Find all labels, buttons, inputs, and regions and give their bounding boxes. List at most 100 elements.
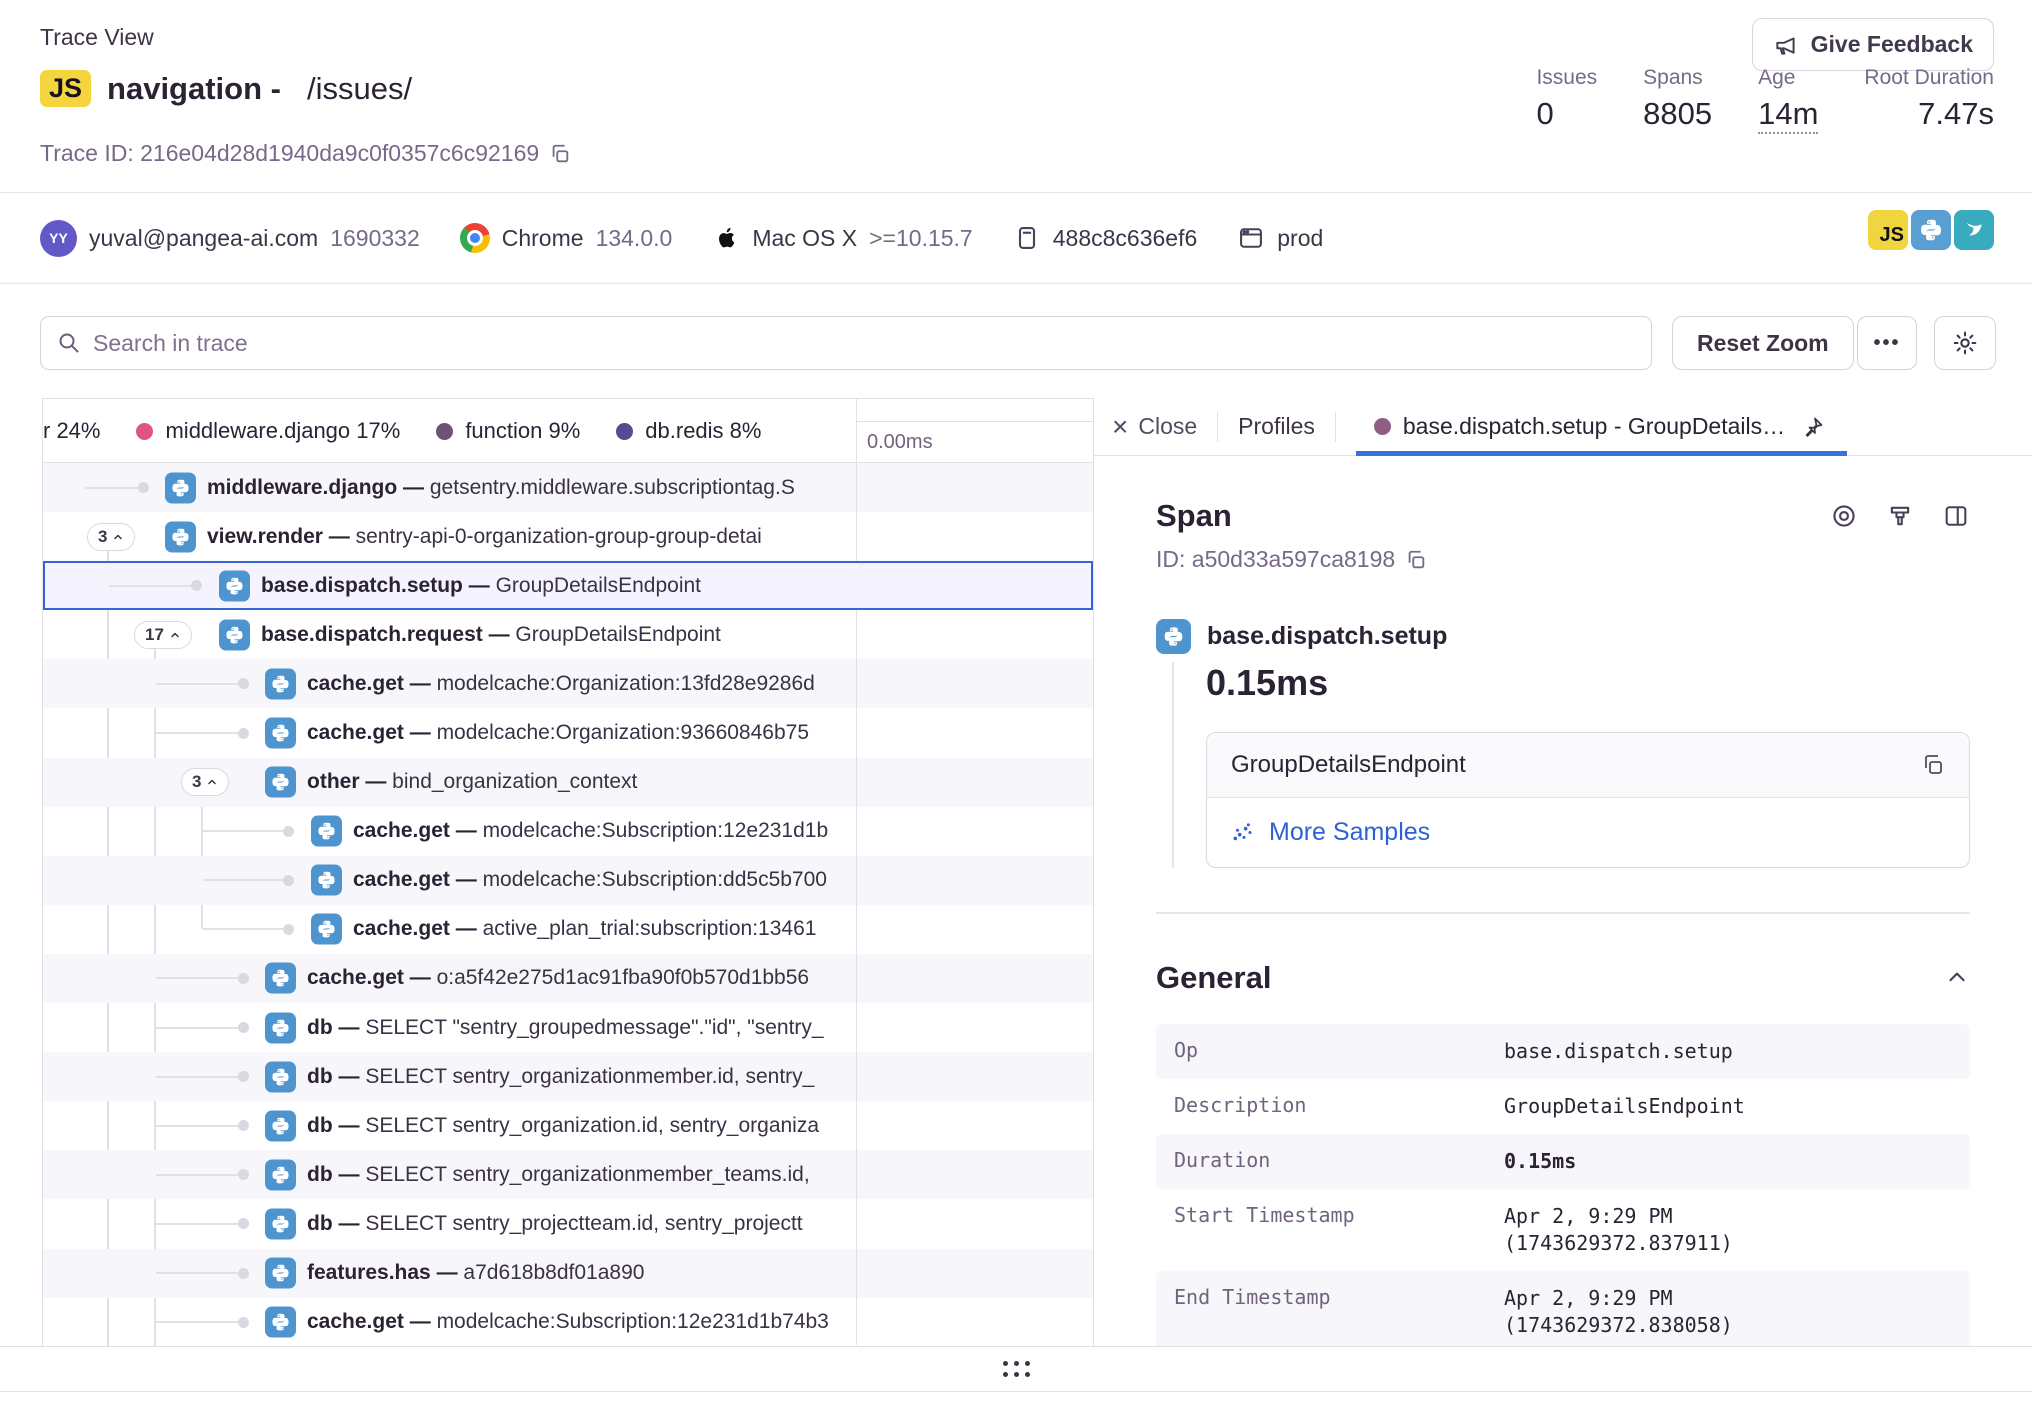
tree-connector-dot	[238, 678, 249, 689]
stat-label: Issues	[1536, 66, 1597, 90]
collapse-count-badge[interactable]: 3	[181, 768, 229, 796]
legend-item[interactable]: r 24%	[43, 418, 100, 444]
span-row[interactable]: cache.get — modelcache:Organization:13fd…	[43, 659, 1093, 708]
stat-value: 7.47s	[1864, 96, 1994, 132]
section-divider	[1156, 912, 1970, 914]
span-row-label: middleware.django — getsentry.middleware…	[207, 476, 852, 500]
span-row[interactable]: cache.get — o:a5f42e275d1ac91fba90f0b570…	[43, 954, 1093, 1003]
browser-name: Chrome	[502, 225, 584, 252]
python-icon	[265, 1258, 296, 1289]
environment-chip: prod	[1237, 224, 1323, 252]
span-row[interactable]: 3other — bind_organization_context	[43, 758, 1093, 807]
span-duration: 0.15ms	[1206, 662, 1970, 704]
breadcrumb: Trace View	[40, 24, 154, 51]
span-row[interactable]: 3view.render — sentry-api-0-organization…	[43, 512, 1093, 561]
os-chip: Mac OS X >=10.15.7	[712, 224, 972, 252]
general-row-label: Description	[1174, 1093, 1504, 1120]
span-row-label: cache.get — active_plan_trial:subscripti…	[353, 917, 852, 941]
give-feedback-button[interactable]: Give Feedback	[1752, 18, 1994, 71]
focus-span-button[interactable]	[1830, 502, 1858, 530]
close-tab-button[interactable]: × Close	[1112, 413, 1197, 441]
python-icon	[265, 1061, 296, 1092]
tree-connector-dot	[238, 1268, 249, 1279]
span-row-label: cache.get — modelcache:Organization:13fd…	[307, 672, 852, 696]
span-description: GroupDetailsEndpoint	[1231, 751, 1466, 779]
span-row[interactable]: db — SELECT sentry_projectteam.id, sentr…	[43, 1199, 1093, 1248]
profile-button[interactable]	[1886, 502, 1914, 530]
chrome-icon	[460, 223, 490, 253]
span-row[interactable]: db — SELECT "sentry_groupedmessage"."id"…	[43, 1003, 1093, 1052]
chevron-up-icon[interactable]	[1944, 965, 1970, 991]
transaction-path: /issues/	[307, 71, 412, 107]
span-row[interactable]: cache.get — modelcache:Subscription:12e2…	[43, 1298, 1093, 1346]
layout-button[interactable]	[1942, 502, 1970, 530]
window-icon	[1237, 224, 1265, 252]
tab-span-details[interactable]: base.dispatch.setup - GroupDetails…	[1356, 398, 1847, 455]
tree-connector-dot	[138, 482, 149, 493]
legend-item[interactable]: middleware.django 17%	[136, 418, 400, 444]
tree-connector-dot	[238, 1071, 249, 1082]
stat-value: 8805	[1643, 96, 1712, 132]
tree-connector-dot	[238, 1022, 249, 1033]
span-row[interactable]: cache.get — active_plan_trial:subscripti…	[43, 905, 1093, 954]
copy-icon[interactable]	[1921, 753, 1945, 777]
span-row[interactable]: cache.get — modelcache:Organization:9366…	[43, 708, 1093, 757]
tree-connector-dot	[283, 875, 294, 886]
span-row[interactable]: db — SELECT sentry_organizationmember_te…	[43, 1150, 1093, 1199]
span-row[interactable]: db — SELECT sentry_organizationmember.id…	[43, 1052, 1093, 1101]
span-row-label: db — SELECT sentry_projectteam.id, sentr…	[307, 1212, 852, 1236]
span-row[interactable]: cache.get — modelcache:Subscription:12e2…	[43, 807, 1093, 856]
avatar: YY	[40, 220, 77, 257]
os-version: >=10.15.7	[869, 225, 973, 252]
copy-icon[interactable]	[549, 143, 571, 165]
legend-label: function 9%	[465, 418, 580, 444]
span-row[interactable]: base.dispatch.setup — GroupDetailsEndpoi…	[43, 561, 1093, 610]
meta-divider	[0, 283, 2032, 284]
python-icon	[165, 472, 196, 503]
general-row-label: Start Timestamp	[1174, 1203, 1504, 1257]
span-row[interactable]: cache.get — modelcache:Subscription:dd5c…	[43, 856, 1093, 905]
device-icon	[1013, 224, 1041, 252]
search-icon	[57, 331, 81, 355]
legend-dot-icon	[136, 423, 153, 440]
page-title: JS navigation - /issues/	[40, 70, 412, 107]
legend-item[interactable]: db.redis 8%	[616, 418, 761, 444]
python-icon	[265, 963, 296, 994]
tree-connector-dot	[238, 1218, 249, 1229]
span-row[interactable]: db — SELECT sentry_organization.id, sent…	[43, 1101, 1093, 1150]
general-row-label: Op	[1174, 1038, 1504, 1065]
tree-connector-dot	[238, 1169, 249, 1180]
python-icon	[219, 619, 250, 650]
copy-icon[interactable]	[1405, 549, 1427, 571]
collapse-count-badge[interactable]: 3	[87, 523, 135, 551]
collapse-count-badge[interactable]: 17	[134, 621, 192, 649]
more-options-button[interactable]: •••	[1857, 316, 1917, 370]
tree-connector	[156, 1223, 238, 1225]
general-row: End TimestampApr 2, 9:29 PM(1743629372.8…	[1156, 1271, 1970, 1346]
flask-platform-icon	[1954, 210, 1994, 250]
tree-connector-dot	[283, 826, 294, 837]
tree-connector-dot	[238, 1120, 249, 1131]
trace-stats: Issues0Spans8805Age14mRoot Duration7.47s	[1536, 66, 1994, 134]
python-icon	[265, 1159, 296, 1190]
legend-item[interactable]: function 9%	[436, 418, 580, 444]
settings-button[interactable]	[1934, 316, 1996, 370]
pin-tab-button[interactable]	[1797, 411, 1829, 443]
python-icon	[265, 1307, 296, 1338]
browser-version: 134.0.0	[596, 225, 673, 252]
search-input[interactable]	[93, 330, 1635, 357]
tab-profiles[interactable]: Profiles	[1238, 413, 1315, 440]
reset-zoom-button[interactable]: Reset Zoom	[1672, 316, 1854, 370]
user-chip[interactable]: YY yuval@pangea-ai.com 1690332	[40, 220, 420, 257]
span-row-label: db — SELECT sentry_organizationmember.id…	[307, 1065, 852, 1089]
span-row[interactable]: 17base.dispatch.request — GroupDetailsEn…	[43, 610, 1093, 659]
browser-chip: Chrome 134.0.0	[460, 223, 673, 253]
more-samples-link[interactable]: More Samples	[1231, 818, 1430, 847]
general-section-title: General	[1156, 960, 1271, 996]
python-icon	[265, 1208, 296, 1239]
panel-resize-handle[interactable]	[0, 1346, 2032, 1392]
span-row[interactable]: middleware.django — getsentry.middleware…	[43, 463, 1093, 512]
span-id: ID: a50d33a597ca8198	[1156, 546, 1970, 573]
span-row[interactable]: features.has — a7d618b8df01a890	[43, 1249, 1093, 1298]
general-row: DescriptionGroupDetailsEndpoint	[1156, 1079, 1970, 1134]
